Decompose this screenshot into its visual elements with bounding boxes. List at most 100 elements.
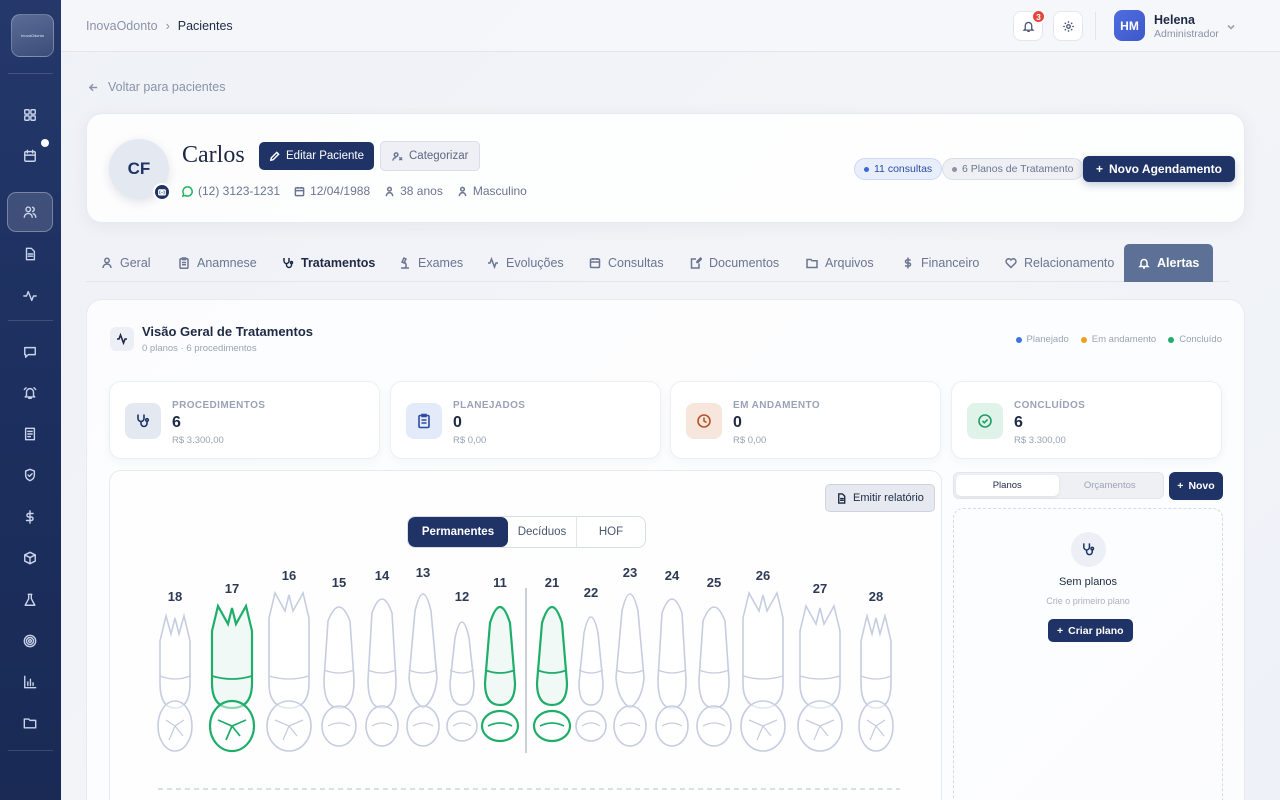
tooth-22[interactable]: 22	[575, 585, 607, 742]
sidebar-item-lab[interactable]	[15, 585, 45, 615]
change-photo-button[interactable]	[153, 183, 171, 201]
tooth-number: 23	[623, 565, 637, 580]
tab-documentos[interactable]: Documentos	[690, 244, 779, 282]
chevron-down-icon	[1227, 24, 1235, 30]
tab-evolucoes[interactable]: Evoluções	[487, 244, 564, 282]
tab-orcamentos[interactable]: Orçamentos	[1059, 475, 1162, 496]
tooth-side-view	[483, 605, 517, 707]
tab-anamnese[interactable]: Anamnese	[178, 244, 257, 282]
emit-report-label: Emitir relatório	[853, 492, 924, 504]
legend-dot	[1080, 336, 1087, 343]
tab-exames[interactable]: Exames	[399, 244, 463, 282]
tooth-28[interactable]: 28	[858, 589, 894, 752]
sidebar-item-security[interactable]	[15, 460, 45, 490]
patient-birthdate: 12/04/1988	[294, 184, 370, 198]
tab-label: Arquivos	[825, 256, 874, 270]
phone-text: (12) 3123-1231	[198, 184, 281, 198]
plus-icon: +	[1177, 480, 1184, 492]
tab-consultas[interactable]: Consultas	[589, 244, 664, 282]
tab-label: Relacionamento	[1024, 256, 1115, 270]
new-appointment-label: Novo Agendamento	[1109, 162, 1222, 176]
edit-patient-button[interactable]: Editar Paciente	[259, 142, 374, 170]
tab-alertas[interactable]: Alertas	[1124, 244, 1214, 282]
new-plan-button[interactable]: + Novo	[1169, 472, 1223, 500]
settings-button[interactable]	[1053, 11, 1083, 41]
camera-icon	[158, 189, 166, 196]
tooth-23[interactable]: 23	[613, 565, 647, 747]
tab-label: Consultas	[608, 256, 664, 270]
tooth-12[interactable]: 12	[446, 589, 478, 742]
sidebar-item-reports[interactable]	[15, 667, 45, 697]
user-menu-toggle[interactable]	[1226, 19, 1236, 37]
tooth-16[interactable]: 16	[266, 568, 312, 752]
stat-label: CONCLUÍDOS	[1014, 400, 1086, 411]
tab-hof[interactable]: HOF	[577, 517, 645, 547]
tooth-11[interactable]: 11	[480, 575, 520, 743]
tab-tratamentos[interactable]: Tratamentos	[282, 244, 375, 282]
back-link[interactable]: Voltar para pacientes	[88, 80, 225, 94]
tooth-17[interactable]: 17	[208, 581, 256, 753]
sidebar-item-goals[interactable]	[15, 626, 45, 656]
emit-report-button[interactable]: Emitir relatório	[825, 484, 935, 512]
app-logo[interactable]: InovaOdonto	[11, 14, 54, 57]
sidebar-item-finance[interactable]	[15, 502, 45, 532]
patient-phone[interactable]: (12) 3123-1231	[182, 184, 280, 198]
tooth-side-view	[367, 598, 397, 709]
tooth-14[interactable]: 14	[365, 568, 399, 747]
tab-relacionamento[interactable]: Relacionamento	[1005, 244, 1114, 282]
notifications-button[interactable]: 3	[1013, 9, 1046, 41]
tab-label: Exames	[418, 256, 464, 270]
tooth-25[interactable]: 25	[696, 575, 732, 747]
arrow-left-icon	[88, 83, 98, 91]
stat-card-in-progress[interactable]: EM ANDAMENTO 0 R$ 0,00	[670, 381, 941, 459]
sidebar-item-documents[interactable]	[15, 239, 45, 269]
treatment-plans-pill[interactable]: 6 Planos de Tratamento	[942, 158, 1084, 180]
sidebar-item-dashboard[interactable]	[15, 100, 45, 130]
tab-geral[interactable]: Geral	[101, 244, 151, 282]
sidebar-item-receipts[interactable]	[15, 419, 45, 449]
stat-card-planned[interactable]: PLANEJADOS 0 R$ 0,00	[390, 381, 661, 459]
tooth-side-view	[615, 593, 645, 709]
sidebar-item-calendar[interactable]	[15, 141, 45, 171]
tab-deciduos[interactable]: Decíduos	[508, 517, 577, 547]
breadcrumb-current: Pacientes	[177, 19, 233, 33]
stat-label: EM ANDAMENTO	[733, 400, 821, 411]
tooth-26[interactable]: 26	[740, 568, 786, 752]
sidebar-item-inventory[interactable]	[15, 543, 45, 573]
tooth-side-view	[860, 612, 892, 709]
sidebar-item-files[interactable]	[15, 708, 45, 738]
sidebar-item-alarms[interactable]	[15, 378, 45, 408]
consultations-pill[interactable]: 11 consultas	[854, 158, 943, 180]
empty-title: Sem planos	[1058, 576, 1118, 588]
tooth-18[interactable]: 18	[157, 589, 193, 752]
tooth-15[interactable]: 15	[321, 575, 357, 747]
tooth-number: 14	[375, 568, 390, 583]
create-plan-button[interactable]: + Criar plano	[1048, 619, 1133, 642]
empty-subtitle: Crie o primeiro plano	[1046, 596, 1130, 606]
tooth-number: 21	[545, 575, 559, 590]
sidebar-item-messages[interactable]	[15, 337, 45, 367]
breadcrumb-root[interactable]: InovaOdonto	[86, 19, 158, 33]
user-name[interactable]: Helena	[1154, 13, 1195, 27]
tab-arquivos[interactable]: Arquivos	[806, 244, 874, 282]
stat-card-procedures[interactable]: PROCEDIMENTOS 6 R$ 3.300,00	[109, 381, 380, 459]
tooth-13[interactable]: 13	[406, 565, 440, 747]
tab-permanentes[interactable]: Permanentes	[408, 517, 508, 547]
tooth-21[interactable]: 21	[532, 575, 572, 743]
tab-financeiro[interactable]: Financeiro	[902, 244, 979, 282]
tooth-24[interactable]: 24	[655, 568, 689, 747]
stat-card-completed[interactable]: CONCLUÍDOS 6 R$ 3.300,00	[951, 381, 1222, 459]
user-avatar[interactable]: HM	[1114, 10, 1145, 41]
new-appointment-button[interactable]: + Novo Agendamento	[1083, 156, 1235, 182]
tab-planos[interactable]: Planos	[956, 475, 1059, 496]
tooth-occlusal-view	[480, 709, 520, 743]
odontogram-card: 18 17 16 15 14 13 12 11 21 22 23 24 25 26 27 28 Emitir …	[109, 470, 942, 800]
stat-count: 0	[733, 414, 742, 431]
tooth-occlusal-view	[575, 710, 607, 742]
tooth-27[interactable]: 27	[797, 581, 843, 752]
sidebar-item-activity[interactable]	[15, 281, 45, 311]
sidebar-item-patients[interactable]	[7, 192, 53, 232]
tooth-side-view	[535, 605, 569, 707]
topbar: InovaOdonto › Pacientes 3 HM Helena Admi…	[61, 0, 1280, 52]
categorize-button[interactable]: Categorizar	[380, 141, 481, 171]
